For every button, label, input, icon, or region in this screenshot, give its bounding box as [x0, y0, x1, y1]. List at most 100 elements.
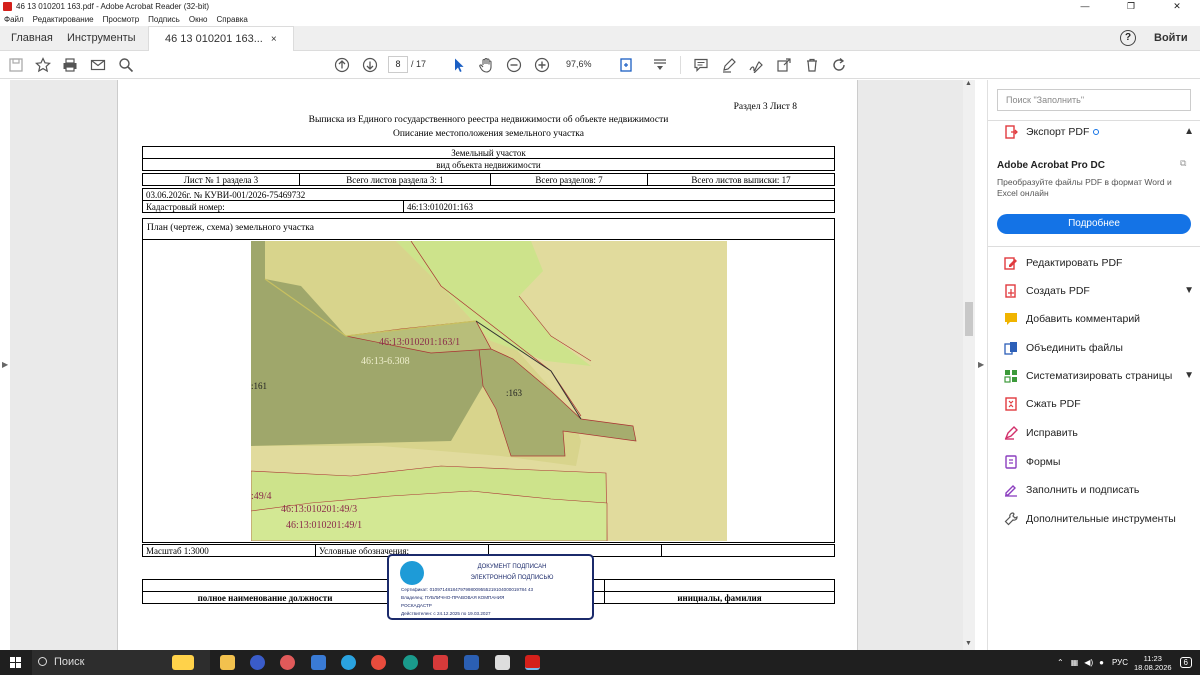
file-explorer-icon[interactable]: [220, 655, 235, 670]
tools-search-input[interactable]: Поиск "Заполнить": [997, 89, 1191, 111]
left-panel-collapsed: ▶: [0, 80, 10, 650]
clock-time: 11:23: [1143, 653, 1162, 663]
archive-icon[interactable]: [495, 655, 510, 670]
zoom-select[interactable]: 97,6% ▼: [560, 56, 604, 86]
tool-label: Дополнительные инструменты: [1026, 513, 1176, 525]
scroll-up-icon[interactable]: ▲: [965, 80, 972, 87]
language-indicator[interactable]: РУС: [1112, 658, 1128, 667]
tool-forms[interactable]: Формы: [1004, 453, 1194, 471]
page-total: / 17: [411, 59, 427, 69]
tool-fill-sign[interactable]: Заполнить и подписать: [1004, 481, 1194, 499]
windows-start-icon[interactable]: [10, 657, 21, 668]
highlight-pen-icon[interactable]: [720, 56, 738, 74]
telegram-icon[interactable]: [341, 655, 356, 670]
vertical-scrollbar[interactable]: ▲ ▼: [963, 80, 975, 650]
tool-label: Добавить комментарий: [1026, 313, 1141, 325]
chevron-up-icon[interactable]: ▲: [1184, 123, 1194, 141]
hand-tool-icon[interactable]: [477, 56, 495, 74]
tool-create-pdf[interactable]: Создать PDF ▼: [1004, 282, 1194, 300]
chevron-down-icon[interactable]: ▼: [1184, 282, 1194, 300]
tool-compress-pdf[interactable]: Сжать PDF: [1004, 395, 1194, 413]
app-icon-8[interactable]: [433, 655, 448, 670]
draw-sign-icon[interactable]: [747, 56, 765, 74]
expand-left-panel-icon[interactable]: ▶: [2, 360, 8, 369]
delete-icon[interactable]: [803, 56, 821, 74]
previous-page-icon[interactable]: [333, 56, 351, 74]
bookmark-star-icon[interactable]: [34, 56, 52, 74]
search-icon[interactable]: [117, 56, 135, 74]
map-label-163-1: 46:13:010201:163/1: [379, 337, 460, 348]
tool-edit-pdf[interactable]: Редактировать PDF: [1004, 254, 1194, 272]
select-cursor-icon[interactable]: [450, 56, 468, 74]
promo-title: Adobe Acrobat Pro DC: [997, 160, 1105, 171]
chevron-up-icon[interactable]: ⌃: [1057, 658, 1064, 667]
sign-in-button[interactable]: Войти: [1154, 26, 1188, 51]
edge-icon[interactable]: [403, 655, 418, 670]
tool-label: Объединить файлы: [1026, 342, 1123, 354]
minimize-button[interactable]: —: [1062, 0, 1108, 13]
tool-label: Исправить: [1026, 427, 1078, 439]
scroll-down-icon[interactable]: ▼: [965, 640, 972, 647]
object-type-table: Земельный участок вид объекта недвижимос…: [142, 146, 835, 171]
save-icon[interactable]: [7, 56, 25, 74]
email-icon[interactable]: [89, 56, 107, 74]
acrobat-taskbar-icon[interactable]: [525, 655, 540, 670]
zoom-value: 97,6%: [566, 59, 592, 69]
page-number-input[interactable]: 8: [388, 56, 408, 73]
word-icon[interactable]: [464, 655, 479, 670]
create-pdf-icon: [1004, 284, 1018, 298]
share-icon[interactable]: [775, 56, 793, 74]
position-caption: полное наименование должности: [142, 591, 388, 604]
zoom-out-icon[interactable]: [505, 56, 523, 74]
calculator-icon[interactable]: [311, 655, 326, 670]
window-title-bar: 46 13 010201 163.pdf - Adobe Acrobat Rea…: [0, 0, 1200, 13]
rotate-icon[interactable]: [830, 56, 848, 74]
export-pdf-item[interactable]: Экспорт PDF ▲: [1004, 123, 1194, 141]
tool-more-tools[interactable]: Дополнительные инструменты: [1004, 510, 1194, 528]
print-icon[interactable]: [61, 56, 79, 74]
next-page-icon[interactable]: [361, 56, 379, 74]
notifications-badge[interactable]: 6: [1179, 657, 1192, 668]
menu-view[interactable]: Просмотр: [103, 15, 140, 24]
menu-file[interactable]: Файл: [4, 15, 24, 24]
tab-home[interactable]: Главная: [11, 26, 53, 51]
volume-icon[interactable]: ◀): [1084, 658, 1093, 667]
clock[interactable]: 11:23 18.08.2026: [1134, 654, 1172, 672]
dismiss-promo-icon[interactable]: ⧉: [1180, 158, 1190, 168]
chrome-icon[interactable]: [371, 655, 386, 670]
menu-edit[interactable]: Редактирование: [33, 15, 94, 24]
map-label-163: :163: [506, 388, 523, 398]
tool-redact[interactable]: Исправить: [1004, 424, 1194, 442]
chevron-down-icon[interactable]: ▼: [1184, 367, 1194, 385]
menu-help[interactable]: Справка: [216, 15, 247, 24]
tool-label: Систематизировать страницы: [1026, 370, 1173, 382]
menu-window[interactable]: Окно: [189, 15, 208, 24]
fit-page-icon[interactable]: [618, 56, 636, 74]
scroll-mode-icon[interactable]: [651, 56, 669, 74]
tab-document[interactable]: 46 13 010201 163... ×: [148, 26, 294, 52]
menu-sign[interactable]: Подпись: [148, 15, 180, 24]
toolbar-separator: [680, 56, 681, 74]
collapse-right-panel-icon[interactable]: ▶: [978, 360, 984, 369]
tool-add-comment[interactable]: Добавить комментарий: [1004, 310, 1194, 328]
yandex-browser-icon[interactable]: [250, 655, 265, 670]
scrollbar-thumb[interactable]: [965, 302, 973, 336]
zoom-in-icon[interactable]: [533, 56, 551, 74]
tool-combine-files[interactable]: Объединить файлы: [1004, 339, 1194, 357]
search-icon: [38, 657, 47, 666]
restore-button[interactable]: ❐: [1108, 0, 1154, 13]
tab-tools[interactable]: Инструменты: [67, 26, 136, 51]
plan-title: План (чертеж, схема) земельного участка: [147, 223, 314, 233]
comment-icon[interactable]: [692, 56, 710, 74]
organize-pages-icon: [1004, 369, 1018, 383]
help-icon[interactable]: ?: [1120, 30, 1136, 46]
close-tab-icon[interactable]: ×: [271, 34, 277, 45]
learn-more-button[interactable]: Подробнее: [997, 214, 1191, 234]
network-icon[interactable]: ▦: [1071, 658, 1079, 667]
section-sheet-label: Раздел 3 Лист 8: [733, 102, 797, 112]
tool-organize-pages[interactable]: Систематизировать страницы ▼: [1004, 367, 1194, 385]
microphone-icon[interactable]: ●: [1099, 658, 1104, 667]
close-window-button[interactable]: ✕: [1154, 0, 1200, 13]
widgets-icon[interactable]: [172, 655, 194, 670]
app-icon-3[interactable]: [280, 655, 295, 670]
